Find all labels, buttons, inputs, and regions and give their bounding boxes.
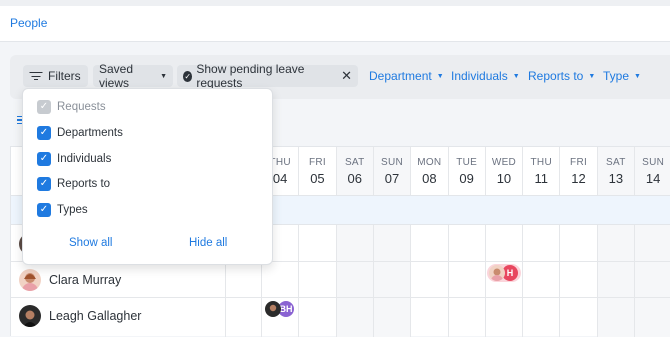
type-label: Type <box>603 69 630 83</box>
day-column: WED 10 <box>484 147 522 337</box>
avatar <box>19 269 41 291</box>
avatar <box>19 305 41 327</box>
close-icon[interactable]: ✕ <box>341 68 352 84</box>
filter-option-label: Individuals <box>57 152 112 165</box>
day-column: FRI 12 <box>559 147 596 337</box>
type-dropdown[interactable]: Type ▼ <box>603 69 641 83</box>
day-number: 12 <box>571 171 586 186</box>
day-name: MON <box>417 157 442 168</box>
day-name: FRI <box>308 157 326 168</box>
pending-leave-label: Show pending leave requests <box>196 62 305 90</box>
checkbox: ✓ <box>37 100 51 114</box>
day-name: TUE <box>456 157 478 168</box>
day-column: SUN 14 <box>634 147 670 337</box>
day-column: THU 11 <box>522 147 559 337</box>
day-number: 06 <box>347 171 362 186</box>
filter-option-label: Reports to <box>57 178 111 191</box>
day-number: 09 <box>459 171 474 186</box>
breadcrumb-people[interactable]: People <box>10 16 47 30</box>
check-circle-icon: ✓ <box>183 70 193 82</box>
day-number: 11 <box>534 171 548 186</box>
day-column: TUE 09 <box>447 147 485 337</box>
row-divider <box>11 297 670 298</box>
department-label: Department <box>369 69 432 83</box>
filter-option: ✓ Requests <box>37 97 106 117</box>
filter-option[interactable]: ✓ Reports to <box>37 174 110 194</box>
avatar <box>265 301 281 317</box>
day-column: MON 08 <box>410 147 447 337</box>
day-column: SAT 13 <box>596 147 634 337</box>
filter-option[interactable]: ✓ Types <box>37 200 88 220</box>
checkbox[interactable]: ✓ <box>37 203 51 218</box>
day-number: 07 <box>384 171 400 186</box>
avatar <box>489 265 505 281</box>
day-name: SUN <box>381 157 404 168</box>
chevron-down-icon: ▼ <box>160 72 167 80</box>
day-name: THU <box>530 157 552 168</box>
day-name: FRI <box>570 157 588 168</box>
chevron-down-icon: ▼ <box>634 72 641 80</box>
chevron-down-icon: ▼ <box>588 72 596 80</box>
page-header: People <box>0 6 670 42</box>
day-name: WED <box>491 157 517 168</box>
reports-to-label: Reports to <box>528 69 584 83</box>
chevron-down-icon: ▼ <box>436 72 444 80</box>
day-number: 13 <box>608 171 624 186</box>
filters-label: Filters <box>48 69 81 83</box>
hide-all-link[interactable]: Hide all <box>189 237 227 249</box>
filter-option-label: Types <box>57 204 88 217</box>
day-number: 10 <box>496 171 512 186</box>
reports-to-dropdown[interactable]: Reports to ▼ <box>528 69 595 83</box>
individuals-dropdown[interactable]: Individuals ▼ <box>451 69 520 83</box>
show-all-link[interactable]: Show all <box>69 237 112 249</box>
saved-views-label: Saved views <box>99 62 134 90</box>
filter-option[interactable]: ✓ Individuals <box>37 149 111 169</box>
filters-button[interactable]: Filters <box>23 65 88 87</box>
checkbox[interactable]: ✓ <box>37 177 51 192</box>
day-number: 14 <box>645 171 661 186</box>
leave-badge[interactable]: BH <box>263 300 299 318</box>
person-row[interactable]: Clara Murray <box>19 263 121 297</box>
person-name: Clara Murray <box>49 273 122 287</box>
chevron-down-icon: ▼ <box>512 72 520 80</box>
day-name: SUN <box>642 157 665 168</box>
day-column: SAT 06 <box>335 147 373 337</box>
person-row[interactable]: Leagh Gallagher <box>19 299 141 333</box>
checkbox[interactable]: ✓ <box>37 125 51 140</box>
filter-option[interactable]: ✓ Departments <box>37 123 123 143</box>
person-name: Leagh Gallagher <box>49 309 142 323</box>
filter-option-label: Requests <box>57 101 106 113</box>
pending-leave-chip[interactable]: ✓ Show pending leave requests ✕ <box>177 62 358 90</box>
filter-options-panel: ✓ Requests ✓ Departments ✓ Individuals ✓ Report… <box>22 88 273 265</box>
saved-views-dropdown[interactable]: Saved views ▼ <box>93 62 173 90</box>
day-number: 08 <box>422 171 437 186</box>
day-column: FRI 05 <box>298 147 335 337</box>
day-name: SAT <box>606 157 626 168</box>
day-number: 05 <box>310 171 325 186</box>
checkbox[interactable]: ✓ <box>37 151 51 166</box>
individuals-label: Individuals <box>451 69 508 83</box>
filter-icon <box>29 71 43 81</box>
filter-option-label: Departments <box>57 126 123 139</box>
department-dropdown[interactable]: Department ▼ <box>369 69 444 83</box>
day-name: SAT <box>344 157 365 168</box>
day-column: SUN 07 <box>372 147 411 337</box>
leave-badge[interactable]: H <box>487 264 521 282</box>
